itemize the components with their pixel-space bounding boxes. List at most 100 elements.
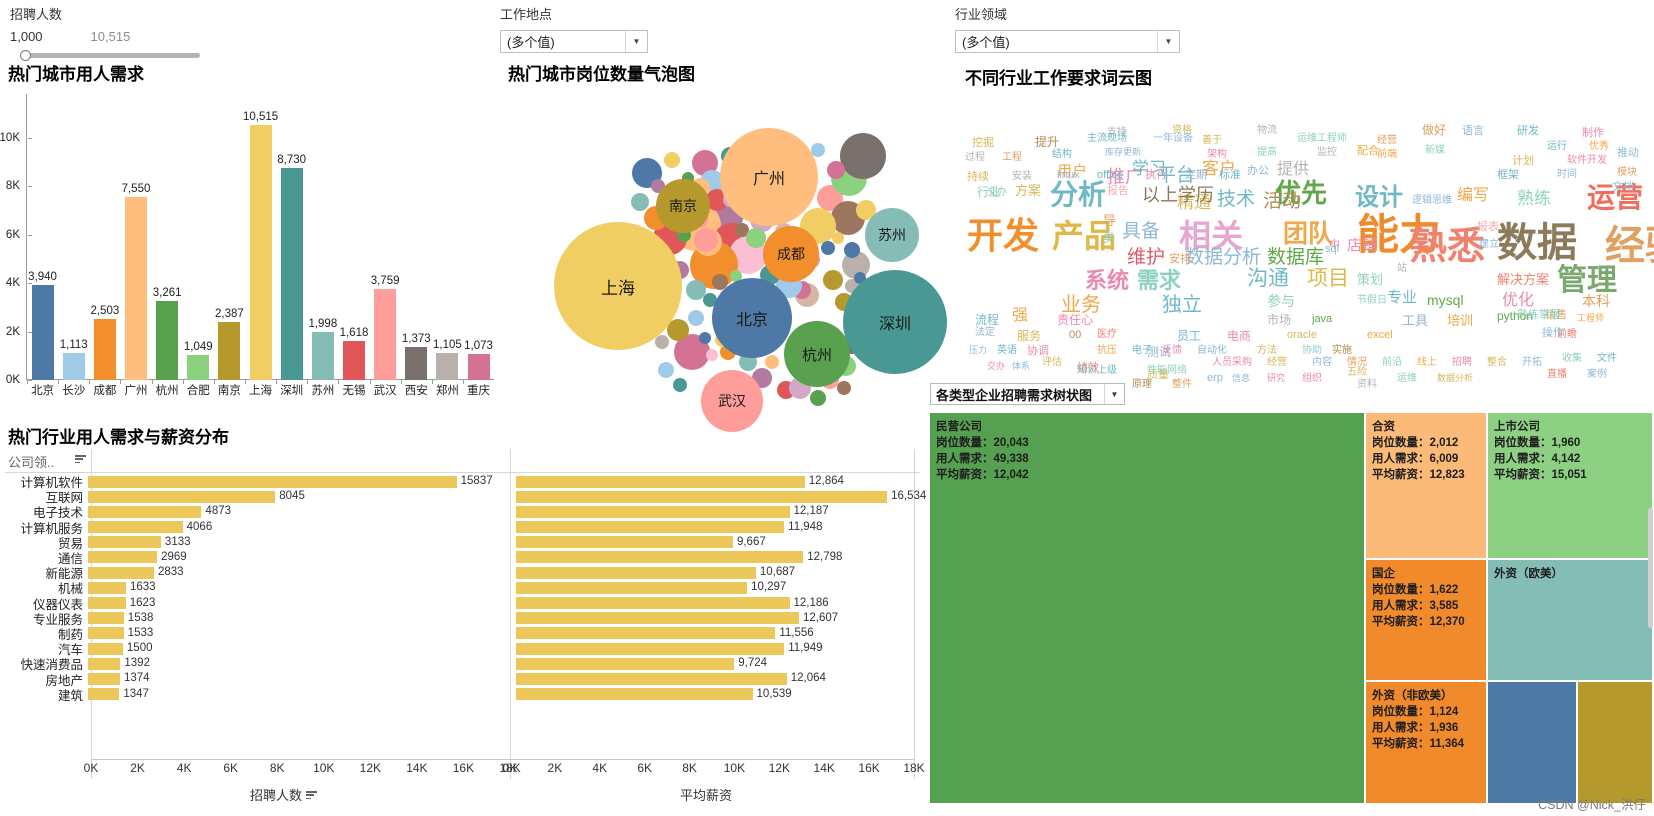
word-cloud-term[interactable]: 具备: [1122, 222, 1160, 241]
demand-bar[interactable]: [88, 597, 126, 609]
table-row[interactable]: 计算机软件 15837 12,864: [5, 474, 920, 490]
word-cloud-term[interactable]: 开拓: [1522, 358, 1542, 368]
chevron-down-icon[interactable]: ▼: [1157, 31, 1179, 52]
bar-column[interactable]: 3,261: [152, 94, 183, 380]
demand-bar[interactable]: [88, 551, 158, 564]
bubble-small[interactable]: [821, 241, 835, 255]
bar[interactable]: [93, 319, 116, 380]
word-cloud-term[interactable]: 操作: [1542, 328, 1564, 339]
word-cloud-term[interactable]: 分析: [1050, 181, 1106, 209]
word-cloud-term[interactable]: 框架: [1497, 170, 1519, 181]
word-cloud-term[interactable]: 熟悉: [1409, 228, 1485, 266]
word-cloud-term[interactable]: 类: [1103, 232, 1115, 244]
word-cloud-term[interactable]: 技术: [1217, 190, 1255, 209]
word-cloud-term[interactable]: 体系: [1012, 362, 1030, 371]
bubble-small[interactable]: [664, 152, 680, 168]
bar[interactable]: [311, 331, 334, 380]
word-cloud-term[interactable]: 管理: [1557, 266, 1617, 296]
bubble-杭州[interactable]: 杭州: [784, 321, 850, 387]
industry-label[interactable]: 建筑: [5, 685, 88, 704]
bar[interactable]: [187, 354, 210, 380]
word-cloud-term[interactable]: 法定: [975, 328, 995, 338]
table-row[interactable]: 建筑 1347 10,539: [5, 685, 920, 704]
salary-bar[interactable]: [516, 657, 735, 670]
demand-bar[interactable]: [88, 505, 202, 518]
word-cloud-term[interactable]: 整合: [1487, 358, 1507, 368]
word-cloud-term[interactable]: 性能网络: [1147, 366, 1187, 376]
location-dropdown[interactable]: (多个值) ▼: [500, 30, 648, 53]
bar[interactable]: [342, 340, 365, 380]
bar-column[interactable]: 10,515: [243, 94, 278, 380]
word-cloud-term[interactable]: 评估: [1042, 358, 1062, 368]
word-cloud-term[interactable]: 工具: [1402, 314, 1428, 327]
word-cloud-term[interactable]: 语言: [1462, 126, 1484, 137]
word-cloud-term[interactable]: 节假日: [1357, 296, 1387, 306]
word-cloud-term[interactable]: 店铺: [1347, 238, 1377, 253]
word-cloud-term[interactable]: 压力: [969, 346, 987, 355]
demand-bar[interactable]: [88, 627, 124, 640]
word-cloud-term[interactable]: 实施: [1332, 346, 1352, 356]
word-cloud-term[interactable]: 优化: [1502, 293, 1534, 309]
table-row[interactable]: 房地产 1374 12,064: [5, 671, 920, 687]
bubble-small[interactable]: [844, 242, 860, 258]
word-cloud-term[interactable]: 以上学历: [1142, 186, 1214, 204]
bar-column[interactable]: 1,373: [401, 94, 432, 380]
bar-column[interactable]: 1,618: [338, 94, 369, 380]
bubble-南京[interactable]: 南京: [656, 179, 710, 233]
word-cloud-term[interactable]: 抗压: [1097, 346, 1117, 356]
treemap-cell[interactable]: 外资（非欧美） 岗位数量：1,124 用人需求：1,936 平均薪资：11,364: [1366, 682, 1486, 803]
table-row[interactable]: 快速消费品 1392 9,724: [5, 656, 920, 672]
bar[interactable]: [436, 353, 459, 380]
treemap-cell[interactable]: 合资 岗位数量：2,012 用人需求：6,009 平均薪资：12,823: [1366, 413, 1486, 558]
x-axis-label[interactable]: 武汉: [370, 382, 401, 398]
bar-column[interactable]: 1,113: [58, 94, 89, 380]
table-row[interactable]: 制药 1533 11,556: [5, 626, 920, 642]
chevron-down-icon[interactable]: ▼: [1104, 384, 1124, 404]
word-cloud-term[interactable]: 协助: [1302, 346, 1322, 356]
word-cloud-term[interactable]: 沟通: [1247, 268, 1289, 289]
bar[interactable]: [31, 284, 54, 380]
word-cloud-term[interactable]: 挖掘: [972, 138, 994, 149]
word-cloud-term[interactable]: 模块: [1617, 168, 1637, 178]
bubble-北京[interactable]: 北京: [712, 278, 792, 358]
word-cloud-term[interactable]: mysql: [1427, 293, 1464, 307]
bar-column[interactable]: 1,998: [307, 94, 338, 380]
x-axis-label[interactable]: 北京: [27, 382, 58, 398]
salary-bar[interactable]: [516, 490, 888, 503]
demand-bar[interactable]: [88, 566, 154, 579]
word-cloud-term[interactable]: 执行: [1145, 170, 1167, 181]
bubble-广州[interactable]: 广州: [720, 128, 818, 226]
word-cloud-term[interactable]: 前端: [1377, 150, 1397, 160]
word-cloud-term[interactable]: 业务: [1061, 295, 1101, 315]
x-axis-label[interactable]: 重庆: [463, 382, 494, 398]
treemap-cell[interactable]: 外资（欧美）: [1488, 560, 1652, 680]
bar[interactable]: [156, 300, 179, 380]
word-cloud-term[interactable]: 00: [1069, 330, 1081, 341]
word-cloud-term[interactable]: 主流现场: [1087, 134, 1127, 144]
treemap-cell[interactable]: 上市公司 岗位数量：1,960 用人需求：4,142 平均薪资：15,051: [1488, 413, 1652, 558]
demand-bar[interactable]: [88, 688, 120, 701]
table-row[interactable]: 计算机服务 4066 11,948: [5, 520, 920, 536]
word-cloud-term[interactable]: 交办: [987, 362, 1005, 371]
demand-bar[interactable]: [88, 521, 183, 534]
bar[interactable]: [405, 346, 428, 380]
word-cloud-term[interactable]: 数据库: [1267, 248, 1324, 267]
word-cloud-term[interactable]: linux: [1057, 170, 1080, 181]
demand-bar[interactable]: [88, 612, 124, 625]
bubble-成都[interactable]: 成都: [763, 226, 819, 282]
word-cloud-term[interactable]: 提高: [1257, 148, 1277, 158]
bar[interactable]: [218, 322, 241, 380]
word-cloud-term[interactable]: 导: [1103, 214, 1116, 227]
word-cloud-term[interactable]: 研究: [1267, 374, 1285, 383]
word-cloud-term[interactable]: 维护: [1127, 248, 1165, 267]
headcount-slider-track[interactable]: [24, 53, 200, 58]
word-cloud-term[interactable]: 电商: [1227, 330, 1251, 342]
salary-bar[interactable]: [516, 612, 799, 625]
word-cloud-term[interactable]: 需求: [1137, 270, 1181, 292]
word-cloud-term[interactable]: 人员采购: [1212, 358, 1252, 368]
salary-bar[interactable]: [516, 475, 805, 488]
word-cloud-term[interactable]: 前沿: [1382, 358, 1402, 368]
bubble-small[interactable]: [688, 310, 704, 326]
table-row[interactable]: 通信 2969 12,798: [5, 550, 920, 566]
word-cloud-term[interactable]: 过程: [965, 153, 985, 163]
